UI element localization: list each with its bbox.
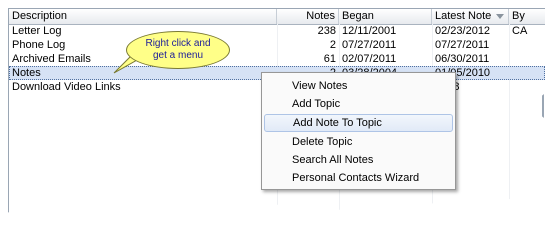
row-notes: 61 xyxy=(323,53,336,65)
menu-item-search-all-notes[interactable]: Search All Notes xyxy=(264,151,453,169)
row-by xyxy=(509,52,545,66)
col-latest-note-label: Latest Note xyxy=(435,10,492,22)
row-by xyxy=(509,80,545,94)
row-notes: 2 xyxy=(329,39,336,51)
callout-line1: Right click and xyxy=(145,38,211,49)
menu-item-add-topic[interactable]: Add Topic xyxy=(264,95,453,113)
row-by xyxy=(509,38,545,52)
callout-line2: get a menu xyxy=(152,50,204,61)
row-by: CA xyxy=(512,25,528,37)
row-latest: 06/30/2011 xyxy=(435,53,490,65)
menu-item-add-note-to-topic[interactable]: Add Note To Topic xyxy=(264,114,453,132)
row-latest: 07/27/2011 xyxy=(435,39,490,51)
col-by[interactable]: By xyxy=(509,9,545,24)
menu-item-delete-topic[interactable]: Delete Topic xyxy=(264,133,453,151)
callout-bubble: Right click and get a menu xyxy=(126,31,230,69)
table-row[interactable]: Phone Log 2 07/27/2011 07/27/2011 xyxy=(9,38,545,52)
row-by xyxy=(509,66,545,80)
col-began[interactable]: Began xyxy=(339,9,432,24)
col-notes[interactable]: Notes xyxy=(277,9,339,24)
menu-item-personal-contacts-wizard[interactable]: Personal Contacts Wizard xyxy=(264,169,453,187)
col-latest-note[interactable]: Latest Note xyxy=(432,9,509,24)
sort-descending-icon xyxy=(496,14,504,19)
menu-item-view-notes[interactable]: View Notes xyxy=(264,77,453,95)
row-description: Notes xyxy=(12,67,41,79)
row-notes: 238 xyxy=(317,25,336,37)
row-began: 12/11/2001 xyxy=(342,25,397,37)
grid-header: Description Notes Began Latest Note By xyxy=(9,9,545,25)
row-began: 07/27/2011 xyxy=(342,39,397,51)
table-row[interactable]: Letter Log 238 12/11/2001 02/23/2012 CA xyxy=(9,24,545,38)
col-description[interactable]: Description xyxy=(9,9,277,24)
table-row[interactable]: Archived Emails 61 02/07/2011 06/30/2011 xyxy=(9,52,545,66)
row-description: Download Video Links xyxy=(12,81,121,93)
row-began: 02/07/2011 xyxy=(342,53,397,65)
context-menu: View Notes Add Topic Add Note To Topic D… xyxy=(261,72,456,190)
row-latest: 02/23/2012 xyxy=(435,25,491,37)
